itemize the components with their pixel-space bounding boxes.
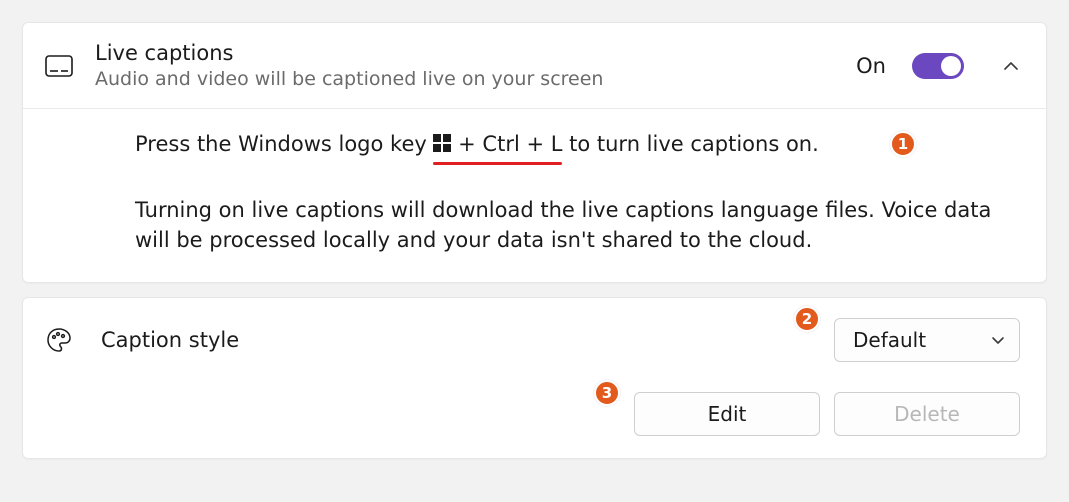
delete-button: Delete: [834, 392, 1020, 436]
shortcut-keys: + Ctrl + L: [451, 132, 562, 156]
live-captions-description: Turning on live captions will download t…: [135, 195, 1020, 256]
captions-icon: [45, 55, 73, 77]
caption-style-label: Caption style: [101, 328, 812, 352]
caption-style-card: Caption style Default Edit Delete 2 3: [22, 297, 1047, 459]
shortcut-line-pre: Press the Windows logo key: [135, 132, 433, 156]
toggle-state-label: On: [856, 54, 886, 78]
annotation-badge-1: 1: [890, 131, 916, 157]
chevron-up-icon[interactable]: [1002, 57, 1020, 75]
annotation-badge-3: 3: [594, 380, 620, 406]
caption-style-selected: Default: [853, 328, 926, 352]
live-captions-toggle[interactable]: [912, 53, 964, 79]
windows-logo-key-icon: [433, 130, 451, 160]
live-captions-title: Live captions: [95, 41, 834, 66]
chevron-down-icon: [991, 333, 1005, 347]
annotation-badge-2: 2: [794, 306, 820, 332]
red-underline-annotation: [433, 162, 562, 165]
palette-icon: [45, 326, 73, 354]
shortcut-line-post: to turn live captions on.: [562, 132, 818, 156]
live-captions-header[interactable]: Live captions Audio and video will be ca…: [23, 23, 1046, 109]
live-captions-subtitle: Audio and video will be captioned live o…: [95, 68, 834, 90]
live-captions-card: Live captions Audio and video will be ca…: [22, 22, 1047, 283]
edit-button[interactable]: Edit: [634, 392, 820, 436]
caption-style-select[interactable]: Default: [834, 318, 1020, 362]
